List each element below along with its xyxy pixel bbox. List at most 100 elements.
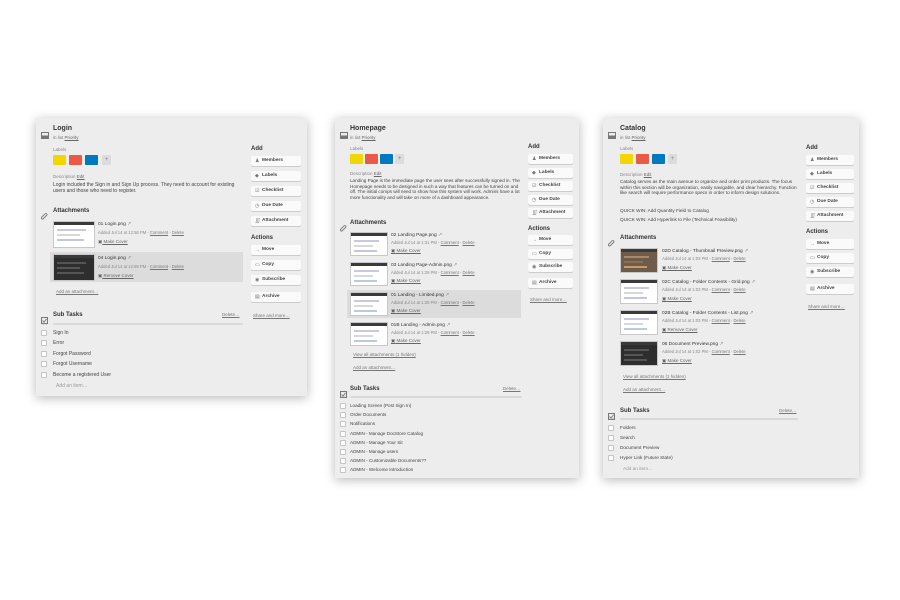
task-checkbox[interactable] [340, 412, 346, 418]
due-date-button[interactable]: ◷ Due Date [251, 201, 301, 211]
attachment-name[interactable]: 01 Login.png ↗ [98, 222, 131, 227]
edit-description-link[interactable]: Edit [644, 172, 652, 177]
share-and-more-link[interactable]: Share and more… [530, 297, 567, 302]
label-red[interactable] [69, 155, 82, 165]
attachment-name[interactable]: 02D Catalog - Thumbnail Preview.png ↗ [662, 249, 748, 254]
attachment-name[interactable]: 06 Document Preview.png ↗ [662, 342, 723, 347]
add-attachment-link[interactable]: Add an attachment… [623, 387, 665, 392]
task-checkbox[interactable] [608, 455, 614, 461]
comment-link[interactable]: Comment [150, 264, 168, 269]
task-checkbox[interactable] [340, 431, 346, 437]
task-checkbox[interactable] [340, 403, 346, 409]
attachment-name[interactable]: 02C Catalog - Folder Contents - Grid.png… [662, 280, 755, 285]
add-attachment-link[interactable]: Add an attachment… [353, 365, 395, 370]
checklist-button[interactable]: ☑ Checklist [528, 181, 573, 191]
task-item[interactable]: Folders [620, 425, 636, 430]
task-checkbox[interactable] [340, 421, 346, 427]
comment-link[interactable]: Comment [712, 349, 730, 354]
attachment-thumbnail[interactable] [620, 248, 658, 273]
label-yellow[interactable] [350, 154, 363, 164]
delete-link[interactable]: Delete [733, 349, 745, 354]
task-item[interactable]: Become a registered User [53, 372, 111, 378]
task-item[interactable]: Sign In [53, 330, 69, 336]
attachment-name[interactable]: 01B Landing - Admin.png ↗ [391, 323, 450, 328]
attachment-button[interactable]: ∭ Attachment [251, 216, 301, 226]
comment-link[interactable]: Comment [712, 318, 730, 323]
delete-subtasks-link[interactable]: Delete… [503, 386, 521, 391]
delete-link[interactable]: Delete [172, 230, 184, 235]
remove-cover-link[interactable]: ▣ Remove Cover [662, 327, 698, 333]
attachment-button[interactable]: ∭ Attachment [528, 208, 573, 218]
members-button[interactable]: ♟ Members [806, 155, 854, 165]
add-item-link[interactable]: Add an item… [623, 466, 653, 471]
attachment-thumbnail[interactable] [350, 322, 388, 346]
delete-link[interactable]: Delete [733, 256, 745, 261]
list-link[interactable]: Priority [632, 135, 646, 140]
make-cover-link[interactable]: ▣ Make Cover [391, 278, 421, 284]
task-item[interactable]: Error [53, 340, 64, 346]
delete-link[interactable]: Delete [733, 287, 745, 292]
attachment-thumbnail[interactable] [620, 279, 658, 304]
comment-link[interactable]: Comment [441, 270, 459, 275]
share-and-more-link[interactable]: Share and more… [253, 313, 290, 318]
add-label-button[interactable]: + [395, 154, 404, 164]
make-cover-link[interactable]: ▣ Make Cover [662, 358, 692, 364]
labels-button[interactable]: ◆ Labels [528, 168, 573, 178]
edit-description-link[interactable]: Edit [77, 174, 85, 179]
view-all-attachments-link[interactable]: View all attachments (1 hidden) [353, 352, 416, 357]
task-checkbox[interactable] [41, 351, 47, 357]
checklist-button[interactable]: ☑ Checklist [251, 186, 301, 196]
delete-subtasks-link[interactable]: Delete… [779, 408, 797, 413]
delete-link[interactable]: Delete [462, 240, 474, 245]
make-cover-link[interactable]: ▣ Make Cover [391, 308, 421, 314]
label-yellow[interactable] [53, 155, 66, 165]
comment-link[interactable]: Comment [712, 256, 730, 261]
attachment-name[interactable]: 01 Landing - Limited.png ↗ [391, 293, 449, 298]
subscribe-button[interactable]: ◉ Subscribe [528, 262, 573, 272]
copy-button[interactable]: ▭ Copy [251, 260, 301, 270]
labels-button[interactable]: ◆ Labels [251, 171, 301, 181]
move-button[interactable]: → Move [251, 245, 301, 255]
delete-link[interactable]: Delete [172, 264, 184, 269]
task-item[interactable]: ADMIN - Manage Your Sit [350, 440, 403, 445]
comment-link[interactable]: Comment [150, 230, 168, 235]
label-red[interactable] [636, 154, 649, 164]
label-red[interactable] [365, 154, 378, 164]
attachment-thumbnail[interactable] [350, 292, 388, 316]
archive-button[interactable]: ▤ Archive [251, 292, 301, 302]
delete-link[interactable]: Delete [462, 300, 474, 305]
task-checkbox[interactable] [41, 361, 47, 367]
attachment-name[interactable]: 02 Landing Page.png ↗ [391, 233, 442, 238]
task-item[interactable]: ADMIN - Manage users [350, 449, 398, 454]
label-blue[interactable] [85, 155, 98, 165]
delete-link[interactable]: Delete [462, 330, 474, 335]
task-item[interactable]: Hyper Link (Future State) [620, 455, 673, 460]
delete-link[interactable]: Delete [733, 318, 745, 323]
move-button[interactable]: → Move [528, 235, 573, 245]
add-item-link[interactable]: Add an item… [56, 383, 88, 389]
task-item[interactable]: ADMIN - Manage DocStore Catalog [350, 431, 423, 436]
make-cover-link[interactable]: ▣ Make Cover [391, 248, 421, 254]
edit-description-link[interactable]: Edit [374, 171, 382, 176]
attachment-thumbnail[interactable] [53, 254, 95, 281]
list-link[interactable]: Priority [362, 135, 376, 140]
share-and-more-link[interactable]: Share and more… [808, 304, 845, 309]
attachment-name[interactable]: 04 Login.png ↗ [98, 256, 131, 261]
task-item[interactable]: Order Documents [350, 412, 386, 417]
attachment-thumbnail[interactable] [350, 232, 388, 256]
task-checkbox[interactable] [41, 340, 47, 346]
attachment-name[interactable]: 03 Landing Page-Admin.png ↗ [391, 263, 457, 268]
comment-link[interactable]: Comment [441, 240, 459, 245]
add-attachment-link[interactable]: Add an attachment… [56, 289, 98, 294]
task-item[interactable]: Search [620, 435, 635, 440]
comment-link[interactable]: Comment [441, 330, 459, 335]
delete-link[interactable]: Delete [462, 270, 474, 275]
subscribe-button[interactable]: ◉ Subscribe [251, 275, 301, 285]
view-all-attachments-link[interactable]: View all attachments (1 hidden) [623, 374, 686, 379]
task-item[interactable]: Loading Screen (Post Sign In) [350, 403, 411, 408]
task-checkbox[interactable] [608, 445, 614, 451]
archive-button[interactable]: ▤ Archive [528, 278, 573, 288]
task-checkbox[interactable] [608, 425, 614, 431]
add-label-button[interactable]: + [102, 155, 111, 165]
make-cover-link[interactable]: ▣ Make Cover [98, 239, 128, 245]
